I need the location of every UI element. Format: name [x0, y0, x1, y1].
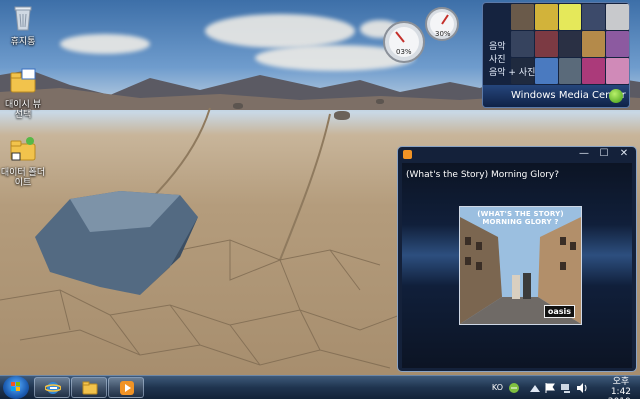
desktop-icon-label: 대이터 폴더이트	[0, 168, 46, 188]
desktop-icon-recycle-bin[interactable]: 휴지통	[0, 4, 46, 47]
explorer-folder-icon	[82, 381, 98, 395]
desktop-icon-label: 대이시 뷰 선택	[5, 100, 41, 120]
internet-explorer-icon	[45, 382, 61, 394]
shortcut-folder-icon	[10, 137, 36, 161]
menu-item-music[interactable]: 음악	[489, 41, 535, 54]
media-tile[interactable]	[558, 31, 582, 57]
volume-icon[interactable]	[576, 382, 588, 394]
media-tile[interactable]	[606, 58, 629, 84]
media-center-brand[interactable]: Windows Media Center	[483, 85, 629, 107]
close-button[interactable]: ✕	[616, 148, 632, 160]
taskbar-windows-explorer[interactable]	[71, 377, 107, 398]
cloud	[60, 34, 150, 54]
media-tile[interactable]	[511, 4, 534, 30]
show-hidden-icons-icon[interactable]	[530, 384, 540, 392]
now-playing-title: (What's the Story) Morning Glory?	[406, 170, 560, 180]
media-tile[interactable]	[606, 31, 629, 57]
album-art[interactable]: (WHAT'S THE STORY) MORNING GLORY ? oasis	[459, 206, 582, 325]
cpu-meter-gadget[interactable]: 03% 30%	[382, 6, 462, 64]
desktop-icon-label: 휴지통	[10, 37, 36, 47]
taskbar-media-player[interactable]	[108, 377, 144, 398]
media-tile[interactable]	[558, 4, 582, 30]
windows-flag-icon	[11, 382, 20, 391]
start-button[interactable]	[3, 376, 29, 399]
media-player-window[interactable]: — ☐ ✕ (What's the Story) Morning Glory? …	[397, 146, 637, 372]
minimize-button[interactable]: —	[576, 148, 592, 160]
small-rock	[233, 103, 243, 109]
album-title-text: (WHAT'S THE STORY) MORNING GLORY ?	[477, 210, 564, 226]
media-tile[interactable]	[582, 58, 606, 84]
media-center-menu: 음악 사진 음악 + 사진	[489, 41, 535, 80]
taskbar: KO 오후 1:42 2010-07-31	[0, 375, 640, 417]
small-rock	[376, 99, 384, 104]
folder-icon	[10, 68, 36, 93]
media-tile[interactable]	[582, 31, 606, 57]
clock-time: 오후 1:42	[610, 377, 632, 397]
media-center-gadget[interactable]: 음악 사진 음악 + 사진 Windows Media Center	[482, 2, 630, 108]
desktop-icon-folder[interactable]: 대이시 뷰 선택	[0, 67, 46, 120]
desktop-icon-shortcut-folder[interactable]: 대이터 폴더이트	[0, 135, 46, 188]
cpu-usage-label: 03%	[396, 48, 412, 56]
network-icon[interactable]	[560, 382, 572, 394]
small-rock	[334, 111, 350, 120]
media-tile[interactable]	[582, 4, 606, 30]
window-titlebar[interactable]: — ☐ ✕	[398, 147, 636, 161]
media-player-app-icon	[403, 150, 412, 159]
ime-icon[interactable]	[508, 382, 520, 394]
media-player-icon	[120, 381, 134, 395]
media-tile[interactable]	[534, 31, 558, 57]
recycle-bin-icon	[14, 6, 32, 31]
action-center-flag-icon[interactable]	[544, 382, 556, 394]
media-tile[interactable]	[558, 58, 582, 84]
memory-usage-label: 30%	[435, 30, 451, 38]
media-tile[interactable]	[534, 58, 558, 84]
media-tile[interactable]	[606, 4, 629, 30]
language-indicator[interactable]: KO	[492, 383, 503, 392]
large-rock	[35, 191, 198, 295]
media-tile[interactable]	[534, 4, 558, 30]
menu-item-pictures[interactable]: 사진	[489, 54, 535, 67]
restore-button[interactable]: ☐	[596, 148, 612, 160]
clock-date: 2010-07-31	[607, 397, 634, 417]
taskbar-internet-explorer[interactable]	[34, 377, 70, 398]
now-playing-view: (What's the Story) Morning Glory? (WHAT'…	[402, 163, 632, 368]
clock[interactable]: 오후 1:42 2010-07-31	[608, 377, 634, 417]
band-logo: oasis	[543, 305, 575, 318]
menu-item-music-pictures[interactable]: 음악 + 사진	[489, 67, 535, 80]
windows-logo-icon	[609, 89, 623, 103]
cloud	[205, 14, 355, 48]
